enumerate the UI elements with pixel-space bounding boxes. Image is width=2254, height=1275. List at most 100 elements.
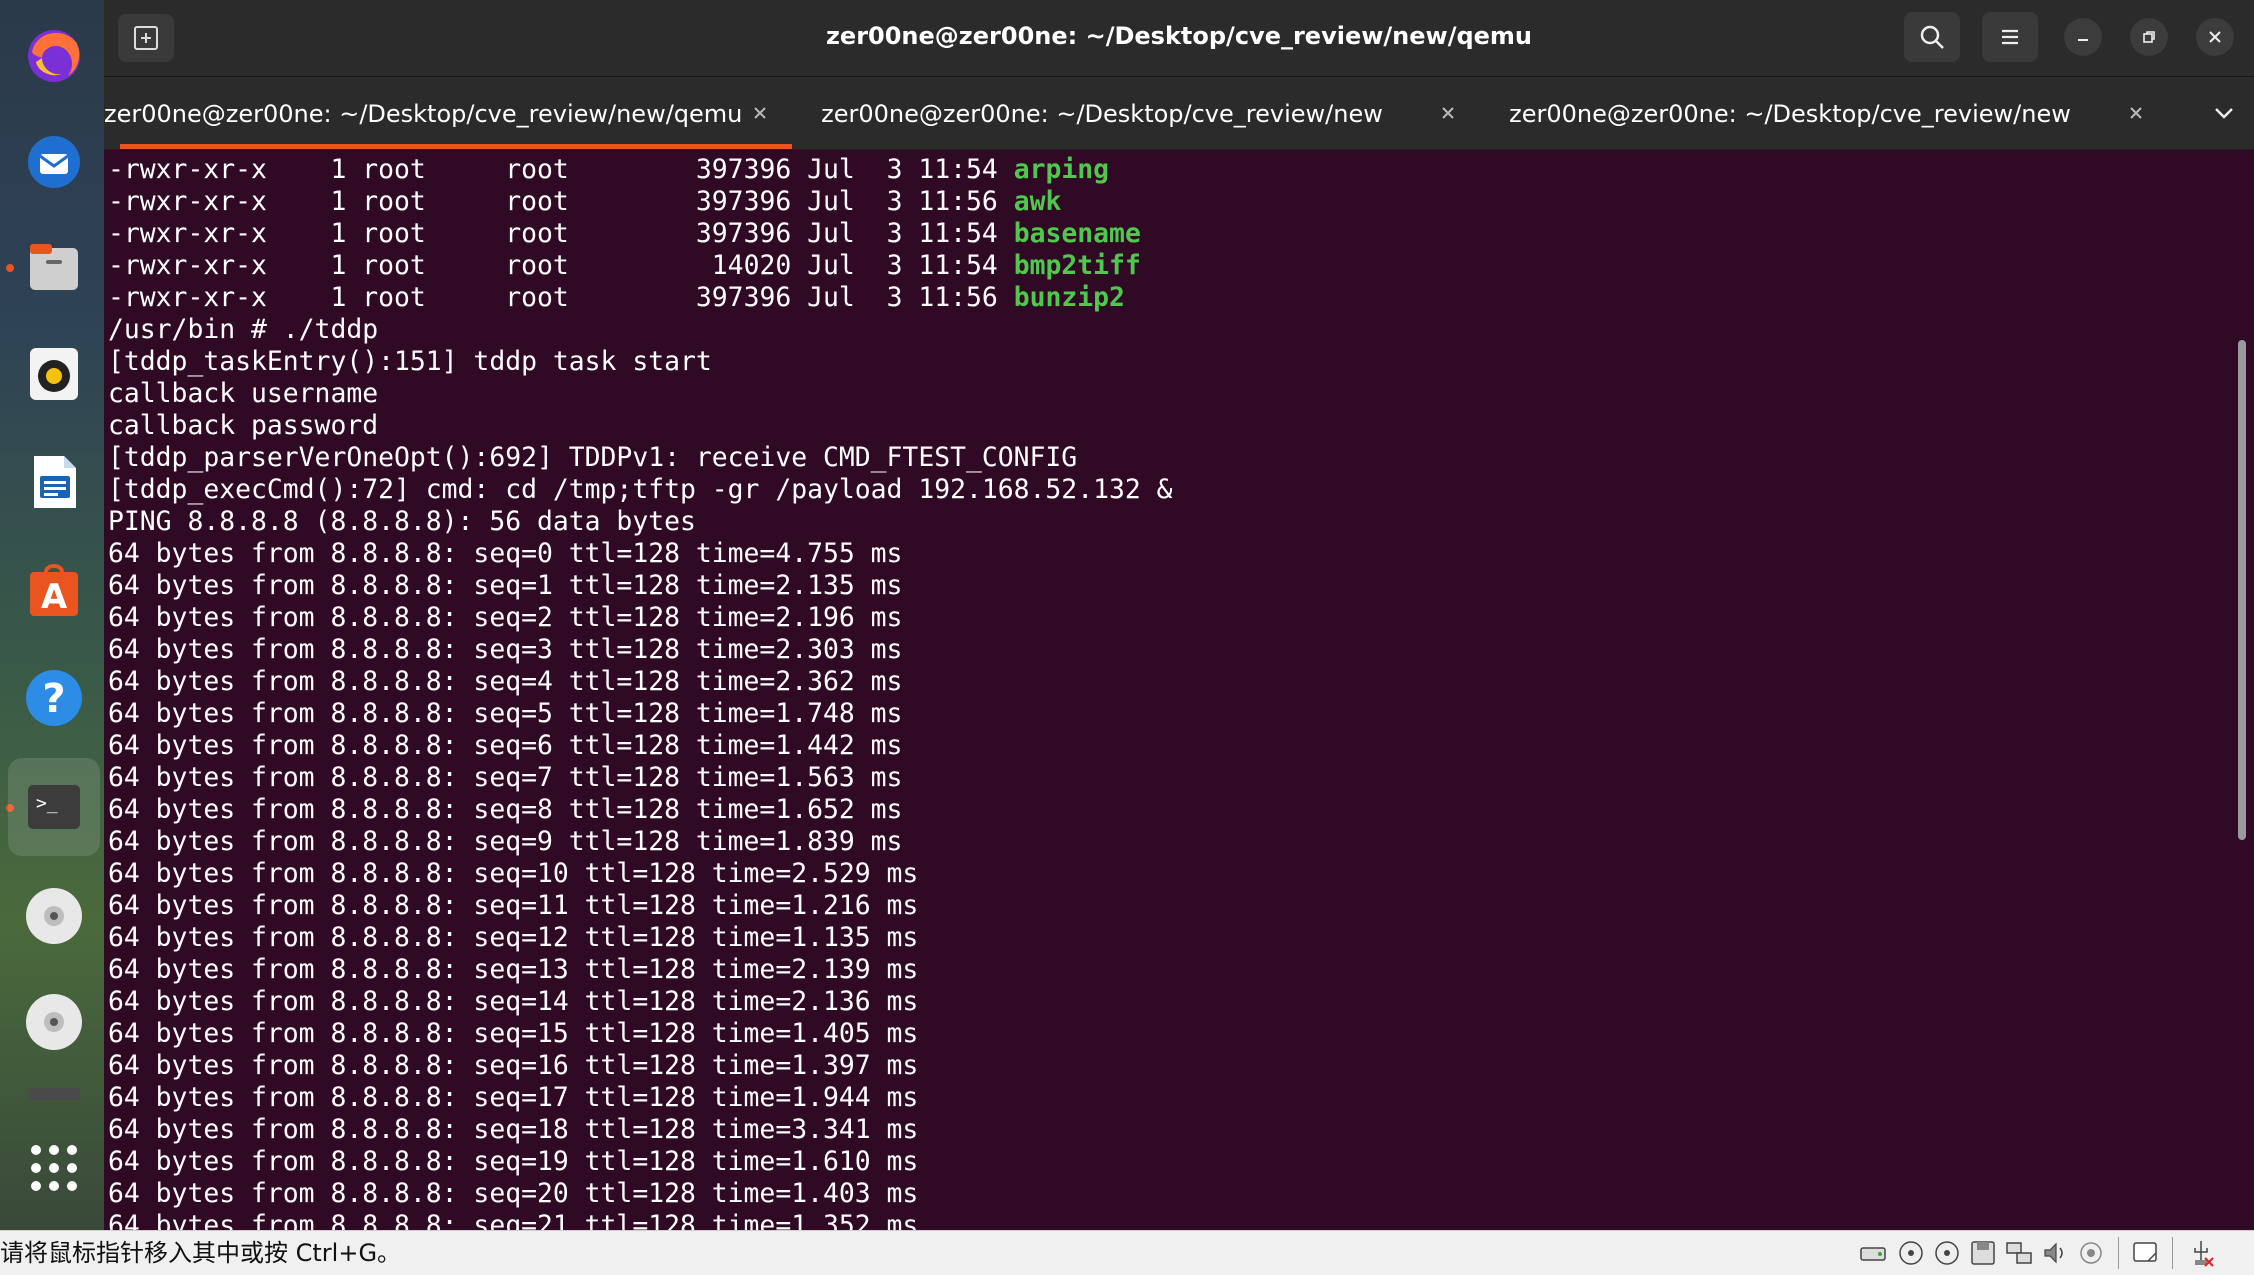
tab-label: zer00ne@zer00ne: ~/Desktop/cve_review/ne… — [821, 100, 1383, 128]
restore-button[interactable] — [2130, 18, 2168, 56]
terminal-line: 64 bytes from 8.8.8.8: seq=7 ttl=128 tim… — [108, 762, 903, 793]
file-group: root — [505, 250, 569, 281]
file-perms: -rwxr-xr-x — [108, 218, 267, 249]
file-owner: root — [362, 186, 506, 217]
file-name: bmp2tiff — [1013, 250, 1141, 281]
tab-bar: zer00ne@zer00ne: ~/Desktop/cve_review/ne… — [104, 77, 2254, 149]
optical-drive-icon[interactable] — [1932, 1238, 1962, 1268]
terminal-line: 64 bytes from 8.8.8.8: seq=2 ttl=128 tim… — [108, 602, 903, 633]
chevron-down-icon[interactable] — [2210, 99, 2238, 127]
optical-disc-icon[interactable] — [18, 986, 90, 1058]
file-name: bunzip2 — [1013, 282, 1125, 313]
terminal-line: 64 bytes from 8.8.8.8: seq=14 ttl=128 ti… — [108, 986, 919, 1017]
terminal-line: 64 bytes from 8.8.8.8: seq=8 ttl=128 tim… — [108, 794, 903, 825]
drive-icon[interactable] — [18, 1080, 90, 1110]
file-group: root — [505, 218, 569, 249]
file-links: 1 — [330, 218, 347, 249]
shared-folder-icon[interactable] — [2076, 1238, 2106, 1268]
terminal-output: -rwxr-xr-x 1 root root 397396 Jul 3 11:5… — [108, 154, 1173, 1230]
file-perms: -rwxr-xr-x — [108, 282, 267, 313]
tab-new-1[interactable]: zer00ne@zer00ne: ~/Desktop/cve_review/ne… — [792, 77, 1480, 149]
terminal-line: [tddp_parserVerOneOpt():692] TDDPv1: rec… — [108, 442, 1078, 473]
optical-drive-icon[interactable] — [1896, 1238, 1926, 1268]
file-day: 3 — [886, 218, 903, 249]
scrollbar[interactable] — [2238, 340, 2246, 840]
svg-text:A: A — [41, 577, 68, 617]
display-icon[interactable] — [2130, 1238, 2160, 1268]
tab-new-2[interactable]: zer00ne@zer00ne: ~/Desktop/cve_review/ne… — [1480, 77, 2168, 149]
terminal-line: [tddp_taskEntry():151] tddp task start — [108, 346, 712, 377]
terminal-line: /usr/bin # ./tddp — [108, 314, 379, 345]
terminal-line: [tddp_execCmd():72] cmd: cd /tmp;tftp -g… — [108, 474, 1173, 505]
new-tab-button[interactable] — [118, 14, 174, 62]
file-month: Jul — [807, 250, 855, 281]
help-icon[interactable]: ? — [18, 662, 90, 734]
terminal-line: 64 bytes from 8.8.8.8: seq=15 ttl=128 ti… — [108, 1018, 919, 1049]
terminal-line: 64 bytes from 8.8.8.8: seq=11 ttl=128 ti… — [108, 890, 919, 921]
running-indicator — [6, 264, 14, 272]
listing-row: -rwxr-xr-x 1 root root 397396 Jul 3 11:5… — [108, 186, 1173, 218]
app-grid-icon[interactable] — [18, 1132, 90, 1204]
file-links: 1 — [330, 154, 347, 185]
file-size: 397396 — [695, 218, 792, 249]
file-time: 11:54 — [918, 218, 998, 249]
search-button[interactable] — [1904, 12, 1960, 62]
file-month: Jul — [807, 154, 855, 185]
terminal-line: 64 bytes from 8.8.8.8: seq=16 ttl=128 ti… — [108, 1050, 919, 1081]
file-group: root — [505, 282, 569, 313]
terminal-view[interactable]: -rwxr-xr-x 1 root root 397396 Jul 3 11:5… — [104, 150, 2254, 1230]
hamburger-icon — [2002, 29, 2018, 45]
header-bar: zer00ne@zer00ne: ~/Desktop/cve_review/ne… — [104, 0, 2254, 77]
file-time: 11:54 — [918, 154, 998, 185]
file-time: 11:54 — [918, 250, 998, 281]
close-icon — [2209, 31, 2221, 43]
file-day: 3 — [886, 154, 903, 185]
file-month: Jul — [807, 186, 855, 217]
search-icon — [1920, 25, 1944, 49]
app-center-icon[interactable]: A — [18, 554, 90, 626]
file-time: 11:56 — [918, 186, 998, 217]
libreoffice-writer-icon[interactable] — [18, 446, 90, 518]
rhythmbox-icon[interactable] — [18, 338, 90, 410]
tab-label: zer00ne@zer00ne: ~/Desktop/cve_review/ne… — [104, 100, 743, 128]
network-icon[interactable] — [2004, 1238, 2034, 1268]
tab-close-icon[interactable] — [1436, 101, 1460, 125]
tab-close-icon[interactable] — [748, 101, 772, 125]
thunderbird-icon[interactable] — [18, 124, 90, 196]
hard-disk-icon[interactable] — [1858, 1238, 1888, 1268]
file-owner: root — [362, 282, 506, 313]
file-links: 1 — [330, 250, 347, 281]
menu-button[interactable] — [1982, 12, 2038, 62]
terminal-line: 64 bytes from 8.8.8.8: seq=9 ttl=128 tim… — [108, 826, 903, 857]
firefox-icon[interactable] — [18, 18, 90, 90]
listing-row: -rwxr-xr-x 1 root root 14020 Jul 3 11:54… — [108, 250, 1173, 282]
file-links: 1 — [330, 186, 347, 217]
new-tab-icon — [134, 26, 158, 50]
tab-close-icon[interactable] — [2124, 101, 2148, 125]
minimize-icon — [2078, 39, 2088, 41]
floppy-icon[interactable] — [1968, 1238, 1998, 1268]
optical-disc-icon[interactable] — [18, 880, 90, 952]
close-button[interactable] — [2196, 18, 2234, 56]
tab-label: zer00ne@zer00ne: ~/Desktop/cve_review/ne… — [1509, 100, 2071, 128]
file-time: 11:56 — [918, 282, 998, 313]
file-name: basename — [1013, 218, 1141, 249]
tab-qemu[interactable]: zer00ne@zer00ne: ~/Desktop/cve_review/ne… — [104, 77, 792, 149]
svg-text:?: ? — [42, 676, 65, 722]
terminal-line: 64 bytes from 8.8.8.8: seq=1 ttl=128 tim… — [108, 570, 903, 601]
svg-text:>_: >_ — [36, 793, 58, 814]
terminal-line: 64 bytes from 8.8.8.8: seq=5 ttl=128 tim… — [108, 698, 903, 729]
file-month: Jul — [807, 282, 855, 313]
terminal-line: 64 bytes from 8.8.8.8: seq=0 ttl=128 tim… — [108, 538, 903, 569]
audio-icon[interactable] — [2040, 1238, 2070, 1268]
file-owner: root — [362, 250, 506, 281]
files-icon[interactable] — [18, 230, 90, 302]
terminal-line: PING 8.8.8.8 (8.8.8.8): 56 data bytes — [108, 506, 696, 537]
minimize-button[interactable] — [2064, 18, 2102, 56]
separator — [2118, 1237, 2119, 1269]
terminal-line: 64 bytes from 8.8.8.8: seq=3 ttl=128 tim… — [108, 634, 903, 665]
separator — [2172, 1237, 2173, 1269]
terminal-icon[interactable]: >_ — [8, 758, 100, 856]
terminal-line: 64 bytes from 8.8.8.8: seq=6 ttl=128 tim… — [108, 730, 903, 761]
usb-icon[interactable] — [2186, 1238, 2216, 1268]
